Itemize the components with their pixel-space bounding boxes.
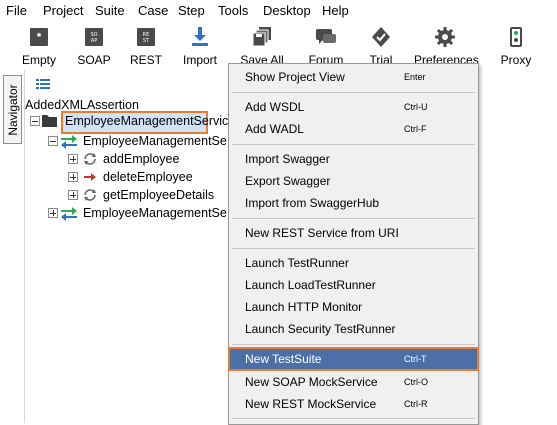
empty-project-icon: ✱ — [30, 28, 48, 46]
operation-label: addEmployee — [103, 152, 180, 166]
gear-icon — [435, 27, 455, 47]
menu-suite[interactable]: Suite — [95, 3, 125, 19]
menu-file[interactable]: File — [6, 3, 27, 19]
menu-item-label: Add WADL — [245, 122, 304, 136]
menu-bar: File Project Suite Case Step Tools Deskt… — [0, 0, 557, 22]
empty-project-button[interactable]: ✱ Empty — [8, 22, 70, 70]
tree-row-service[interactable]: EmployeeManagementSe — [48, 132, 258, 150]
menu-separator — [232, 218, 475, 219]
menu-separator — [232, 248, 475, 249]
proxy-button[interactable]: Proxy — [485, 22, 547, 70]
menu-item-shortcut: Ctrl-R — [404, 399, 428, 409]
save-all-icon — [252, 27, 271, 47]
menu-item-label: Add WSDL — [245, 100, 305, 114]
refresh-operation-icon — [84, 153, 96, 165]
expand-toggle[interactable] — [68, 190, 78, 200]
forum-icon — [316, 29, 336, 44]
menu-step[interactable]: Step — [178, 3, 205, 19]
menu-item-import-swagger[interactable]: Import Swagger — [229, 149, 478, 169]
arrow-operation-icon — [84, 173, 96, 181]
menu-separator — [232, 344, 475, 345]
rest-button[interactable]: RE ST REST — [115, 22, 177, 70]
menu-separator — [232, 418, 475, 419]
project-label: EmployeeManagementServic — [65, 114, 229, 128]
refresh-operation-icon — [84, 189, 96, 201]
menu-tools[interactable]: Tools — [218, 3, 248, 19]
menu-item-new-testsuite[interactable]: New TestSuite Ctrl-T — [228, 347, 479, 371]
import-icon — [192, 27, 208, 46]
menu-item-shortcut: Ctrl-T — [404, 354, 427, 364]
import-button[interactable]: Import — [169, 22, 231, 70]
trial-icon — [372, 27, 390, 47]
menu-item-label: Launch HTTP Monitor — [245, 300, 363, 314]
svg-text:ST: ST — [143, 38, 150, 44]
menu-project[interactable]: Project — [43, 3, 83, 19]
menu-item-export-swagger[interactable]: Export Swagger — [229, 171, 478, 191]
menu-item-new-soap-mockservice[interactable]: New SOAP MockService Ctrl-O — [229, 372, 478, 392]
project-context-menu: Show Project View Enter Add WSDL Ctrl-U … — [228, 63, 479, 425]
menu-desktop[interactable]: Desktop — [263, 3, 311, 19]
expand-toggle[interactable] — [48, 208, 58, 218]
tree-row-project[interactable]: EmployeeManagementServic — [30, 112, 230, 130]
workspace-root-label[interactable]: AddedXMLAssertion — [25, 98, 139, 112]
service-icon — [61, 207, 77, 221]
operation-label: deleteEmployee — [103, 170, 193, 184]
menu-item-label: Launch TestRunner — [245, 256, 349, 270]
service-label: EmployeeManagementSe — [83, 134, 227, 148]
menu-item-label: New SOAP MockService — [245, 375, 378, 389]
rest-icon: RE ST — [137, 28, 155, 46]
proxy-icon — [510, 27, 522, 47]
rest-label: REST — [129, 53, 162, 67]
proxy-label: Proxy — [500, 53, 532, 67]
svg-text:✱: ✱ — [36, 32, 41, 39]
menu-item-shortcut: Ctrl-O — [404, 377, 428, 387]
menu-item-add-wadl[interactable]: Add WADL Ctrl-F — [229, 119, 478, 139]
menu-item-shortcut: Ctrl-F — [404, 124, 427, 134]
navigator-tab[interactable]: Navigator — [3, 75, 22, 144]
service-icon — [61, 135, 77, 149]
menu-item-label: Export Swagger — [245, 174, 331, 188]
soap-icon: SO AP — [85, 28, 103, 46]
menu-item-label: Launch LoadTestRunner — [245, 278, 376, 292]
menu-item-launch-security-testrunner[interactable]: Launch Security TestRunner — [229, 319, 478, 339]
list-view-icon[interactable] — [36, 79, 50, 89]
menu-item-show-project-view[interactable]: Show Project View Enter — [229, 67, 478, 87]
menu-item-shortcut: Enter — [404, 72, 426, 82]
expand-toggle[interactable] — [68, 154, 78, 164]
collapse-toggle[interactable] — [30, 116, 40, 126]
expand-toggle[interactable] — [68, 172, 78, 182]
empty-project-label: Empty — [21, 53, 56, 67]
navigator-tab-label: Navigator — [5, 83, 20, 136]
menu-item-label: Import Swagger — [245, 152, 330, 166]
menu-item-label: New REST Service from URI — [245, 226, 399, 240]
menu-item-label: Show Project View — [245, 70, 345, 84]
svg-text:AP: AP — [91, 38, 97, 44]
collapse-toggle[interactable] — [48, 136, 58, 146]
menu-item-shortcut: Ctrl-U — [404, 102, 428, 112]
menu-item-label: New REST MockService — [245, 397, 377, 411]
import-label: Import — [182, 53, 217, 67]
menu-item-label: Import from SwaggerHub — [245, 196, 380, 210]
menu-item-label: New TestSuite — [245, 352, 322, 366]
menu-item-launch-testrunner[interactable]: Launch TestRunner — [229, 253, 478, 273]
operation-label: getEmployeeDetails — [103, 188, 215, 202]
folder-icon — [42, 115, 57, 127]
menu-separator — [232, 92, 475, 93]
menu-case[interactable]: Case — [138, 3, 168, 19]
service-label: EmployeeManagementSe — [83, 206, 227, 220]
tree-row-service[interactable]: EmployeeManagementSe — [48, 204, 258, 222]
menu-item-launch-http-monitor[interactable]: Launch HTTP Monitor — [229, 297, 478, 317]
menu-help[interactable]: Help — [322, 3, 349, 19]
navigator-strip: Navigator — [0, 70, 25, 423]
menu-item-new-rest-service-from-uri[interactable]: New REST Service from URI — [229, 223, 478, 243]
menu-item-add-wsdl[interactable]: Add WSDL Ctrl-U — [229, 97, 478, 117]
menu-separator — [232, 144, 475, 145]
menu-item-import-from-swaggerhub[interactable]: Import from SwaggerHub — [229, 193, 478, 213]
menu-item-new-rest-mockservice[interactable]: New REST MockService Ctrl-R — [229, 394, 478, 414]
menu-item-launch-loadtestrunner[interactable]: Launch LoadTestRunner — [229, 275, 478, 295]
menu-item-label: Launch Security TestRunner — [245, 322, 396, 336]
